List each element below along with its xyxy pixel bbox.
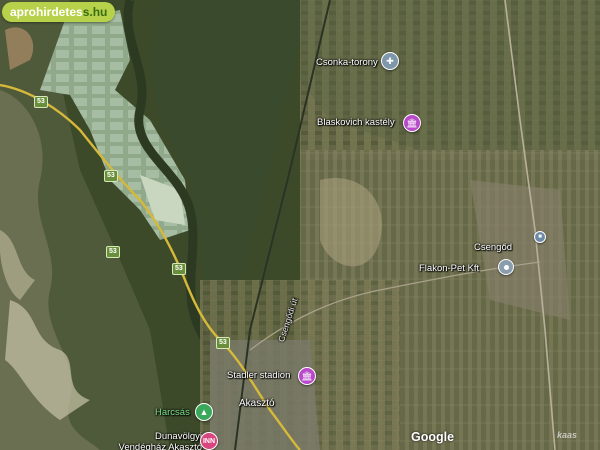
road-shield-53: 53 bbox=[172, 263, 186, 275]
hotel-icon: INN bbox=[200, 432, 218, 450]
site-logo-text-main: aprohirdetes bbox=[10, 5, 83, 19]
place-label: Dunavölgyi Vendégház Akasztó bbox=[118, 431, 202, 450]
place-label: Csengőd bbox=[474, 242, 513, 253]
place-label: Flakon-Pet Kft bbox=[419, 263, 480, 274]
watermark: kaas bbox=[557, 430, 578, 440]
town-label-akaszto: Akasztó bbox=[239, 398, 275, 409]
place-label: Stadler stadion bbox=[227, 370, 291, 381]
site-logo-badge[interactable]: aprohirdetes s.hu bbox=[2, 2, 116, 22]
cross-icon: ✚ bbox=[381, 52, 399, 70]
place-label: Csonka-torony bbox=[316, 57, 378, 68]
google-attribution: Google bbox=[411, 430, 455, 444]
map-view[interactable]: aprohirdetes s.hu 53 53 53 53 53 Csonka-t… bbox=[0, 0, 600, 450]
road-shield-53: 53 bbox=[216, 337, 230, 349]
museum-icon: 🏛 bbox=[298, 367, 316, 385]
road-shield-53: 53 bbox=[104, 170, 118, 182]
site-logo-text-domain: s.hu bbox=[82, 5, 108, 19]
place-label: Blaskovich kastély bbox=[317, 117, 395, 128]
station-icon: ■ bbox=[534, 231, 546, 243]
road-shield-53: 53 bbox=[106, 246, 120, 258]
museum-icon: 🏛 bbox=[403, 114, 421, 132]
place-label: Harcsás bbox=[155, 407, 190, 418]
road-shield-53: 53 bbox=[34, 96, 48, 108]
tree-icon: ▲ bbox=[195, 403, 213, 421]
location-pin-icon bbox=[498, 259, 514, 275]
